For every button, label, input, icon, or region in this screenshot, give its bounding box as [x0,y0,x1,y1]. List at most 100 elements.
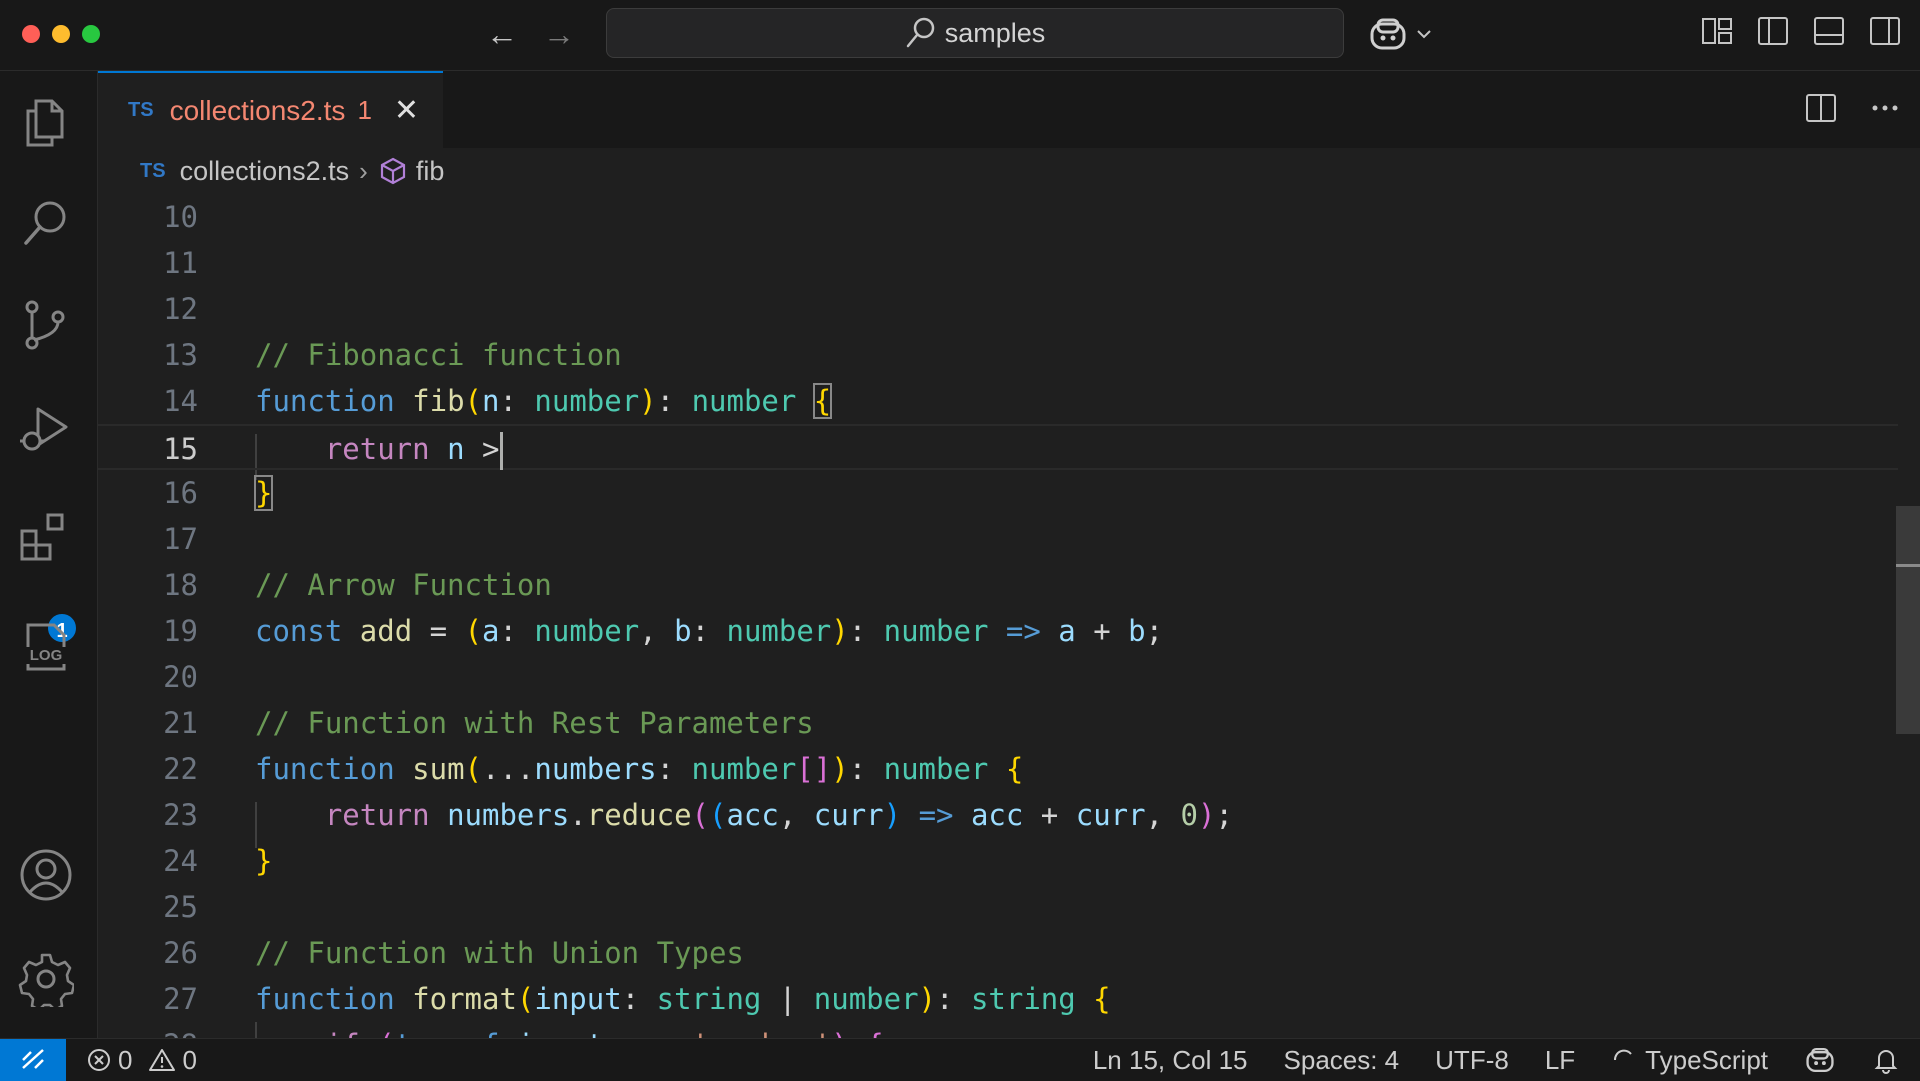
close-tab-icon[interactable]: ✕ [394,93,419,128]
minimize-window-button[interactable] [52,25,70,43]
code-token: : [656,752,692,786]
code-line[interactable]: 24} [98,838,1898,884]
code-token: function [255,384,395,418]
code-token: curr [1075,798,1146,832]
code-token: { [1005,752,1024,786]
code-token: acc [726,798,779,832]
code-line[interactable]: 10 [98,194,1898,240]
account-icon[interactable] [18,847,74,903]
code-line[interactable]: 25 [98,884,1898,930]
warning-count: 0 [182,1044,197,1075]
settings-gear-icon[interactable] [18,951,74,1007]
loading-spinner-icon [1614,1049,1632,1061]
typescript-file-icon: TS [140,159,166,182]
code-token: ; [1215,798,1233,832]
code-line[interactable]: 18 // Arrow Function [98,562,1898,608]
warning-icon [149,1049,176,1071]
toggle-panel-icon[interactable] [1812,14,1846,48]
code-line[interactable]: 20 [98,654,1898,700]
editor-tab-bar: TS collections2.ts 1 ✕ [98,71,1920,148]
title-bar: ← → samples [0,0,1920,71]
code-token: > [464,432,500,466]
code-line[interactable]: 27 function format(input: string | number… [98,976,1898,1022]
tab-collections2-ts[interactable]: TS collections2.ts 1 ✕ [98,71,443,148]
indentation[interactable]: Spaces: 4 [1284,1045,1400,1076]
search-icon[interactable] [18,195,74,251]
encoding[interactable]: UTF-8 [1435,1045,1509,1076]
code-token: : [499,384,535,418]
breadcrumb-file[interactable]: collections2.ts [180,156,350,187]
code-token: : [848,614,884,648]
code-token: ) [883,798,902,832]
problems-indicator[interactable]: 0 0 [86,1039,197,1081]
code-token: b [674,614,692,648]
copilot-status-icon[interactable] [1804,1046,1836,1074]
code-editor[interactable]: 10 11 12 13 // Fibonacci function 14 function … [98,194,1920,1038]
copilot-menu-button[interactable] [1368,14,1438,54]
cursor-position[interactable]: Ln 15, Col 15 [1093,1045,1248,1076]
customize-layout-icon[interactable] [1700,14,1734,48]
code-line[interactable]: 12 [98,286,1898,332]
code-token: ( [516,982,535,1016]
line-number: 28 [98,1022,198,1038]
editor-scrollbar[interactable] [1896,506,1920,734]
code-text: const add = (a: number, b: number): numb… [255,608,1163,654]
toggle-secondary-sidebar-icon[interactable] [1868,14,1902,48]
code-line[interactable]: 14 function fib(n: number): number { [98,378,1898,424]
code-token: } [255,844,273,878]
code-token: function [255,752,395,786]
language-mode[interactable]: TypeScript [1611,1045,1768,1076]
code-line[interactable]: 19 const add = (a: number, b: number): nu… [98,608,1898,654]
code-line[interactable]: 22 function sum(...numbers: number[]): nu… [98,746,1898,792]
forward-arrow-icon[interactable]: → [543,14,575,54]
code-token: | [761,982,814,1016]
code-line[interactable]: 21 // Function with Rest Parameters [98,700,1898,746]
code-line[interactable]: 16} [98,470,1898,516]
notifications-bell-icon[interactable] [1872,1046,1900,1074]
split-editor-icon[interactable] [1804,91,1838,125]
code-line[interactable]: 23 return numbers.reduce((acc, curr) => … [98,792,1898,838]
extensions-icon[interactable] [18,511,74,567]
code-line[interactable]: 28 if (typeof input === 'number') { [98,1022,1898,1038]
code-token: ; [1145,614,1164,648]
line-number: 16 [163,476,198,510]
more-actions-icon[interactable] [1868,91,1902,125]
chevron-right-icon: › [359,155,368,186]
code-text: } [253,470,274,516]
source-control-icon[interactable] [18,297,74,353]
toggle-primary-sidebar-icon[interactable] [1756,14,1790,48]
code-token: : [499,614,535,648]
end-of-line[interactable]: LF [1545,1045,1575,1076]
output-log-icon[interactable]: LOG [18,619,74,675]
zoom-window-button[interactable] [82,25,100,43]
code-token: , [639,614,675,648]
code-line[interactable]: 11 [98,240,1898,286]
code-token: ( [691,798,709,832]
code-token: : [656,384,692,418]
code-line[interactable]: 15 return n > [98,424,1898,470]
remote-indicator-button[interactable] [0,1039,66,1081]
code-token: const [255,614,343,648]
breadcrumb-symbol[interactable]: fib [416,156,445,187]
code-token: string [970,982,1076,1016]
search-text: samples [944,17,1046,48]
explorer-icon[interactable] [18,95,74,151]
code-token: return [324,798,430,832]
chevron-down-icon [1417,30,1431,39]
code-token: function [255,982,395,1016]
close-window-button[interactable] [22,25,40,43]
run-and-debug-icon[interactable] [18,401,74,457]
code-token: === [604,1028,691,1038]
code-line[interactable]: 13 // Fibonacci function [98,332,1898,378]
command-center-search[interactable]: samples [606,8,1344,58]
typescript-file-icon: TS [128,99,154,121]
code-line[interactable]: 26 // Function with Union Types [98,930,1898,976]
back-arrow-icon[interactable]: ← [486,14,518,54]
code-line[interactable]: 17 [98,516,1898,562]
code-token: string [656,982,762,1016]
code-token: a [482,614,500,648]
code-token: , [1145,798,1181,832]
